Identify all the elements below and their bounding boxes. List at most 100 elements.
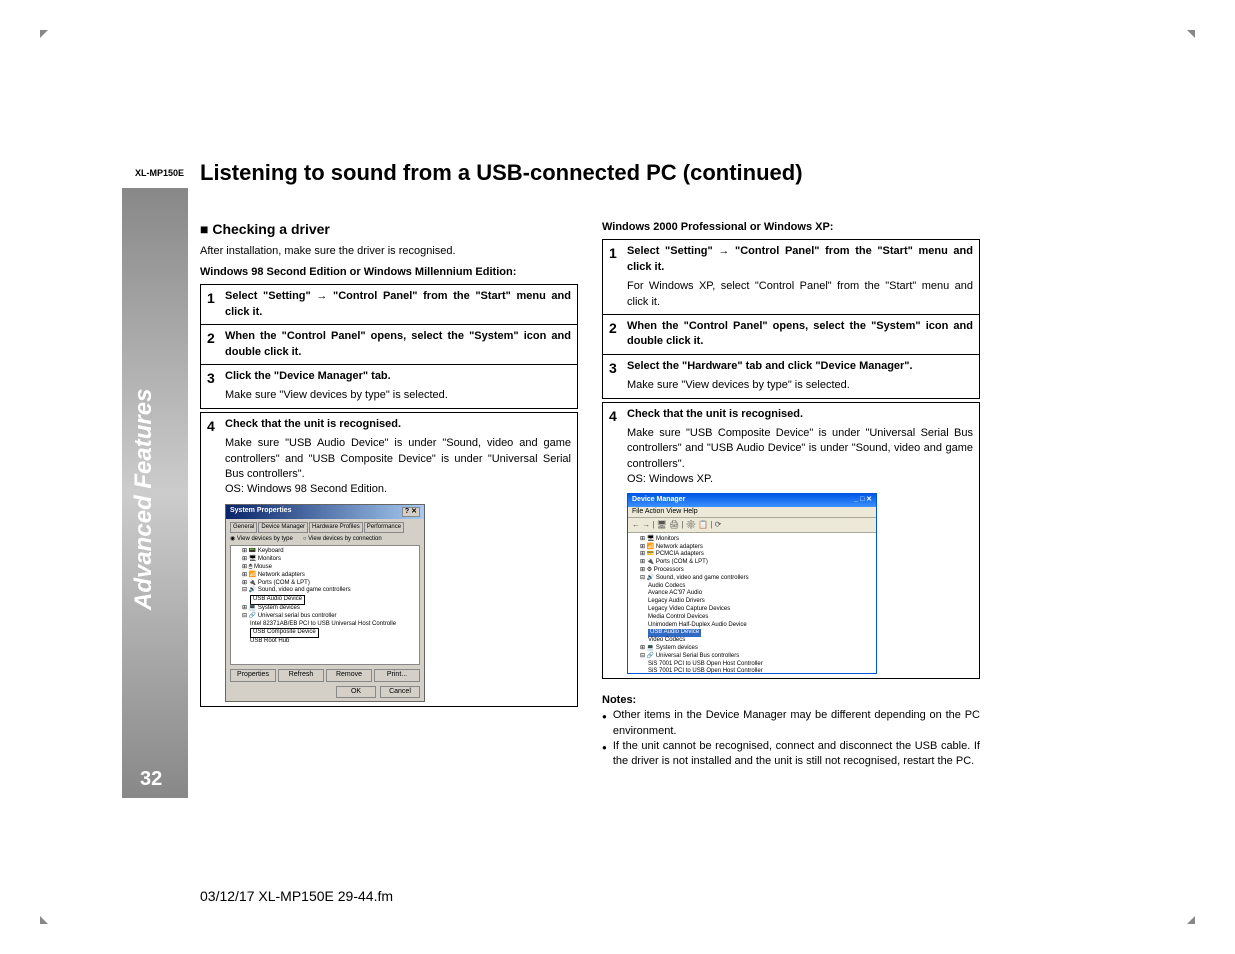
crop-mark <box>1187 30 1195 38</box>
step-desc: For Windows XP, select "Control Panel" f… <box>627 279 973 310</box>
winxp-steps-box-2: 4 Check that the unit is recognised. Mak… <box>602 402 980 679</box>
tree-item: ⊞ 🖱 Mouse <box>234 564 416 572</box>
step-title: When the "Control Panel" opens, select t… <box>225 329 571 360</box>
tree-item-usb-audio: USB Audio Device <box>632 629 872 637</box>
step-row: 1 Select "Setting" → "Control Panel" fro… <box>603 240 979 314</box>
note-item: Other items in the Device Manager may be… <box>602 708 980 739</box>
remove-button: Remove <box>326 669 372 681</box>
step-title: Check that the unit is recognised. <box>627 407 973 422</box>
notes-section: Notes: Other items in the Device Manager… <box>602 693 980 770</box>
print-button: Print... <box>374 669 420 681</box>
refresh-button: Refresh <box>278 669 324 681</box>
document-page: XL-MP150E Listening to sound from a USB-… <box>0 0 1235 954</box>
step-title: Select "Setting" → "Control Panel" from … <box>627 244 973 275</box>
crop-mark <box>1187 916 1195 924</box>
step-desc: Make sure "View devices by type" is sele… <box>225 388 571 403</box>
win98-steps-box-2: 4 Check that the unit is recognised. Mak… <box>200 412 578 708</box>
step-number: 2 <box>609 319 627 350</box>
winxp-label: Windows 2000 Professional or Windows XP: <box>602 220 980 235</box>
left-column: Checking a driver After installation, ma… <box>200 220 578 770</box>
device-tree: ⊞ 📟 Keyboard ⊞ 🖥 Monitors ⊞ 🖱 Mouse ⊞ 📶 … <box>230 545 420 665</box>
step-number: 2 <box>207 329 225 360</box>
page-number: 32 <box>140 768 162 791</box>
tree-item: SiS 7001 PCI to USB Open Host Controller <box>632 661 872 669</box>
right-column: Windows 2000 Professional or Windows XP:… <box>602 220 980 770</box>
step-row: 1 Select "Setting" → "Control Panel" fro… <box>201 285 577 324</box>
tree-item: Media Control Devices <box>632 614 872 622</box>
step-title: Select "Setting" → "Control Panel" from … <box>225 289 571 320</box>
subheading-checking-driver: Checking a driver <box>200 220 578 240</box>
step-desc: Make sure "USB Composite Device" is unde… <box>627 426 973 488</box>
tree-item: ⊞ 💻 System devices <box>632 645 872 653</box>
tree-item: Avance AC'97 Audio <box>632 590 872 598</box>
system-properties-screenshot: System Properties ? ✕ General Device Man… <box>225 504 425 703</box>
winxp-steps-box-1: 1 Select "Setting" → "Control Panel" fro… <box>602 239 980 398</box>
window-buttons: _ □ ✕ <box>854 496 872 504</box>
tree-item: ⊟ 🔗 Universal serial bus controller <box>234 613 416 621</box>
step-row: 2 When the "Control Panel" opens, select… <box>603 314 979 354</box>
win98-label: Windows 98 Second Edition or Windows Mil… <box>200 265 578 280</box>
model-number: XL-MP150E <box>135 168 184 178</box>
step-row: 4 Check that the unit is recognised. Mak… <box>201 413 577 707</box>
step-row: 2 When the "Control Panel" opens, select… <box>201 324 577 364</box>
tree-item: SiS 7001 PCI to USB Open Host Controller <box>632 668 872 672</box>
close-icon: ? ✕ <box>402 507 420 517</box>
step-number: 1 <box>609 244 627 310</box>
tree-item: Unimodem Half-Duplex Audio Device <box>632 622 872 630</box>
cancel-button: Cancel <box>380 686 420 698</box>
tree-item: ⊞ 💻 System devices <box>234 605 416 613</box>
intro-text: After installation, make sure the driver… <box>200 244 578 259</box>
menu-bar: File Action View Help <box>628 507 876 518</box>
tree-item: ⊞ 📶 Network adapters <box>234 572 416 580</box>
tree-item: ⊞ ⚙ Processors <box>632 567 872 575</box>
tab-hardware-profiles: Hardware Profiles <box>309 522 363 533</box>
tree-item: ⊟ 🔊 Sound, video and game controllers <box>234 587 416 595</box>
properties-button: Properties <box>230 669 276 681</box>
step-title: Click the "Device Manager" tab. <box>225 369 571 384</box>
tree-item: USB Root Hub <box>234 638 416 646</box>
tree-item: ⊞ 🔌 Ports (COM & LPT) <box>632 559 872 567</box>
crop-mark <box>40 916 48 924</box>
tree-item-usb-audio: USB Audio Device <box>234 595 416 605</box>
win98-steps-box-1: 1 Select "Setting" → "Control Panel" fro… <box>200 284 578 408</box>
footer-text: 03/12/17 XL-MP150E 29-44.fm <box>200 888 393 904</box>
tab-strip: General Device Manager Hardware Profiles… <box>230 522 420 533</box>
ok-button: OK <box>336 686 376 698</box>
step-title: Check that the unit is recognised. <box>225 417 571 432</box>
step-desc: Make sure "USB Audio Device" is under "S… <box>225 436 571 498</box>
tree-item: ⊞ 🖥 Monitors <box>234 556 416 564</box>
button-row: Properties Refresh Remove Print... <box>230 669 420 681</box>
tree-item: Audio Codecs <box>632 583 872 591</box>
step-desc: Make sure "View devices by type" is sele… <box>627 378 973 393</box>
notes-title: Notes: <box>602 693 980 708</box>
tree-item: ⊞ 🖥 Monitors <box>632 536 872 544</box>
tab-performance: Performance <box>364 522 404 533</box>
page-title: Listening to sound from a USB-connected … <box>200 160 803 186</box>
step-title: Select the "Hardware" tab and click "Dev… <box>627 359 973 374</box>
step-number: 4 <box>609 407 627 674</box>
step-number: 1 <box>207 289 225 320</box>
step-row: 3 Click the "Device Manager" tab. Make s… <box>201 364 577 408</box>
window-titlebar: System Properties ? ✕ <box>226 505 424 519</box>
step-number: 3 <box>207 369 225 404</box>
tree-item: Intel 82371AB/EB PCI to USB Universal Ho… <box>234 621 416 629</box>
step-row: 3 Select the "Hardware" tab and click "D… <box>603 354 979 398</box>
device-manager-screenshot: Device Manager _ □ ✕ File Action View He… <box>627 493 877 673</box>
tree-item: ⊟ 🔗 Universal Serial Bus controllers <box>632 653 872 661</box>
window-title: System Properties <box>230 507 291 517</box>
device-tree: ⊞ 🖥 Monitors ⊞ 📶 Network adapters ⊞ 💳 PC… <box>628 533 876 673</box>
tree-item: Legacy Video Capture Devices <box>632 606 872 614</box>
section-label: Advanced Features <box>130 389 158 610</box>
crop-mark <box>40 30 48 38</box>
note-item: If the unit cannot be recognised, connec… <box>602 739 980 770</box>
step-row: 4 Check that the unit is recognised. Mak… <box>603 403 979 678</box>
radio-by-connection: ○ View devices by connection <box>303 536 382 543</box>
toolbar: ← → | 🖥 🖨 | ⚙ 📋 | ⟳ <box>628 518 876 533</box>
step-number: 4 <box>207 417 225 703</box>
tree-item-usb-composite: USB Composite Device <box>234 628 416 638</box>
tab-device-manager: Device Manager <box>258 522 308 533</box>
step-title: When the "Control Panel" opens, select t… <box>627 319 973 350</box>
window-titlebar: Device Manager _ □ ✕ <box>628 494 876 506</box>
window-title: Device Manager <box>632 496 685 504</box>
tree-item: Video Codecs <box>632 637 872 645</box>
